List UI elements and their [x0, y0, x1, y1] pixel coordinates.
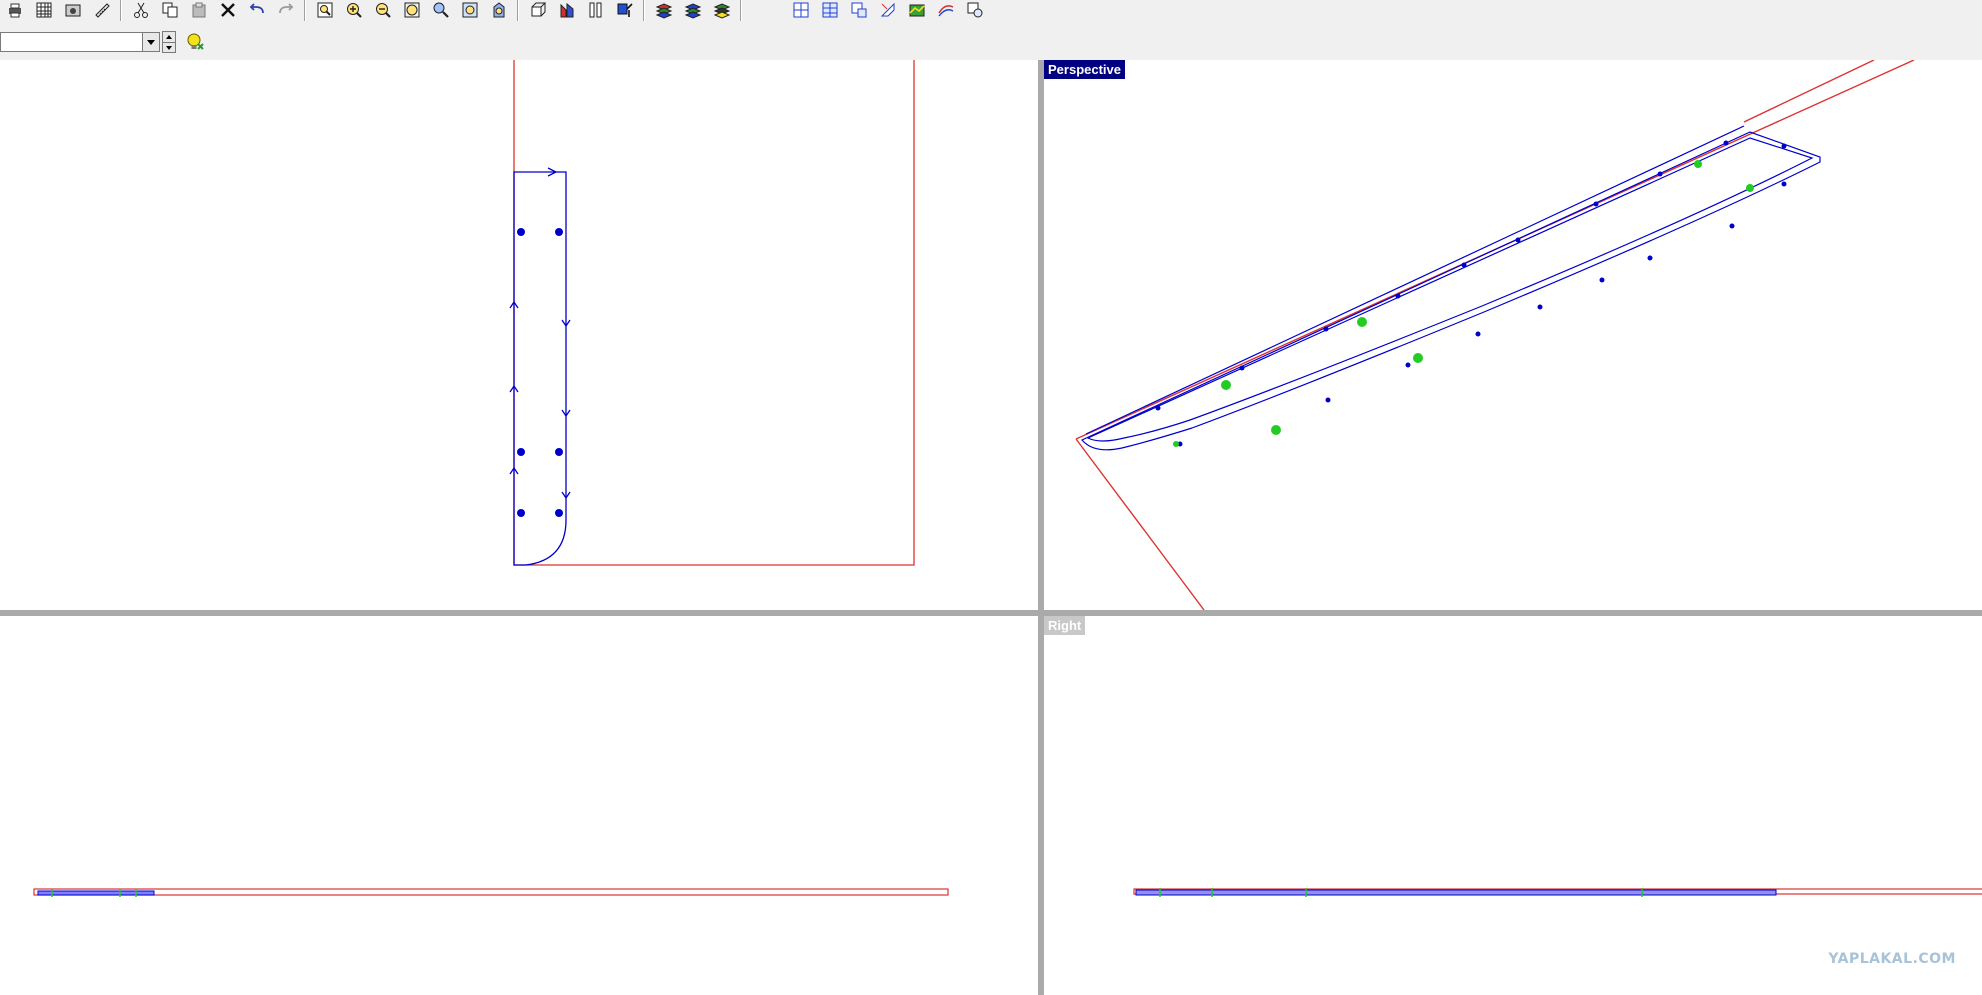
render-icon[interactable]	[585, 0, 607, 21]
toolbar-separator	[643, 0, 645, 21]
delete-icon[interactable]	[217, 0, 239, 21]
capture-icon[interactable]	[62, 0, 84, 21]
viewport-top[interactable]	[0, 60, 1038, 610]
viewport-perspective[interactable]: Perspective	[1044, 60, 1982, 610]
front-view-canvas	[33, 888, 949, 897]
toolbar-area	[0, 0, 1982, 60]
zoom-dynamic-icon[interactable]	[488, 0, 510, 21]
perspective-edge-markers	[1155, 140, 1787, 447]
spin-up-icon[interactable]	[163, 32, 175, 43]
zoom-target-icon[interactable]	[459, 0, 481, 21]
zoom-window-icon[interactable]	[314, 0, 336, 21]
perspective-canvas	[1075, 60, 1915, 610]
terrain-icon[interactable]	[906, 0, 928, 21]
undo-icon[interactable]	[246, 0, 268, 21]
zoom-in-icon[interactable]	[343, 0, 365, 21]
top-boundary	[513, 60, 915, 566]
shade-icon[interactable]	[556, 0, 578, 21]
grid-icon[interactable]	[33, 0, 55, 21]
top-view-canvas	[509, 60, 915, 566]
layer-combo-value	[1, 33, 142, 51]
curve-icon[interactable]	[935, 0, 957, 21]
layer-blue-icon[interactable]	[682, 0, 704, 21]
chevron-down-icon[interactable]	[142, 33, 159, 51]
front-boundary	[33, 888, 949, 896]
layer-yellow-icon[interactable]	[711, 0, 733, 21]
viewport-layout-icon[interactable]	[790, 0, 812, 21]
toolbar-separator	[517, 0, 519, 21]
viewport-right[interactable]: Right	[1044, 616, 1982, 995]
copy-icon[interactable]	[159, 0, 181, 21]
spin-control[interactable]	[162, 31, 176, 53]
box-icon[interactable]	[527, 0, 549, 21]
zoom-extents-icon[interactable]	[401, 0, 423, 21]
zoom-out-icon[interactable]	[372, 0, 394, 21]
perspective-boundary	[1075, 60, 1915, 610]
toolbar-separator	[740, 0, 742, 21]
viewport-four-icon[interactable]	[819, 0, 841, 21]
spin-down-icon[interactable]	[163, 43, 175, 53]
measure-icon[interactable]	[91, 0, 113, 21]
toolbar-separator	[120, 0, 122, 21]
zoom-selected-icon[interactable]	[430, 0, 452, 21]
right-part	[1135, 889, 1777, 896]
right-view-canvas	[1133, 888, 1982, 897]
view-options-icon[interactable]	[964, 0, 986, 21]
viewport-splitter-horizontal[interactable]	[0, 610, 1982, 616]
layer-combo[interactable]	[0, 32, 160, 52]
top-drill-points	[517, 228, 563, 517]
toolbar-separator	[304, 0, 306, 21]
perspective-part	[1081, 125, 1821, 451]
print-icon[interactable]	[4, 0, 26, 21]
viewport-splitter-vertical[interactable]	[1038, 60, 1044, 995]
watermark: YAPLAKAL.COM	[1828, 951, 1956, 967]
viewport-three-icon[interactable]	[848, 0, 870, 21]
cut-icon[interactable]	[130, 0, 152, 21]
perspective-drill-points	[1173, 160, 1754, 447]
viewport-front[interactable]	[0, 616, 1038, 995]
named-view-icon[interactable]	[877, 0, 899, 21]
lightbulb-icon[interactable]	[185, 32, 205, 52]
paste-icon[interactable]	[188, 0, 210, 21]
redo-icon[interactable]	[275, 0, 297, 21]
main-toolbar	[0, 0, 989, 23]
layer-red-icon[interactable]	[653, 0, 675, 21]
properties-icon[interactable]	[614, 0, 636, 21]
